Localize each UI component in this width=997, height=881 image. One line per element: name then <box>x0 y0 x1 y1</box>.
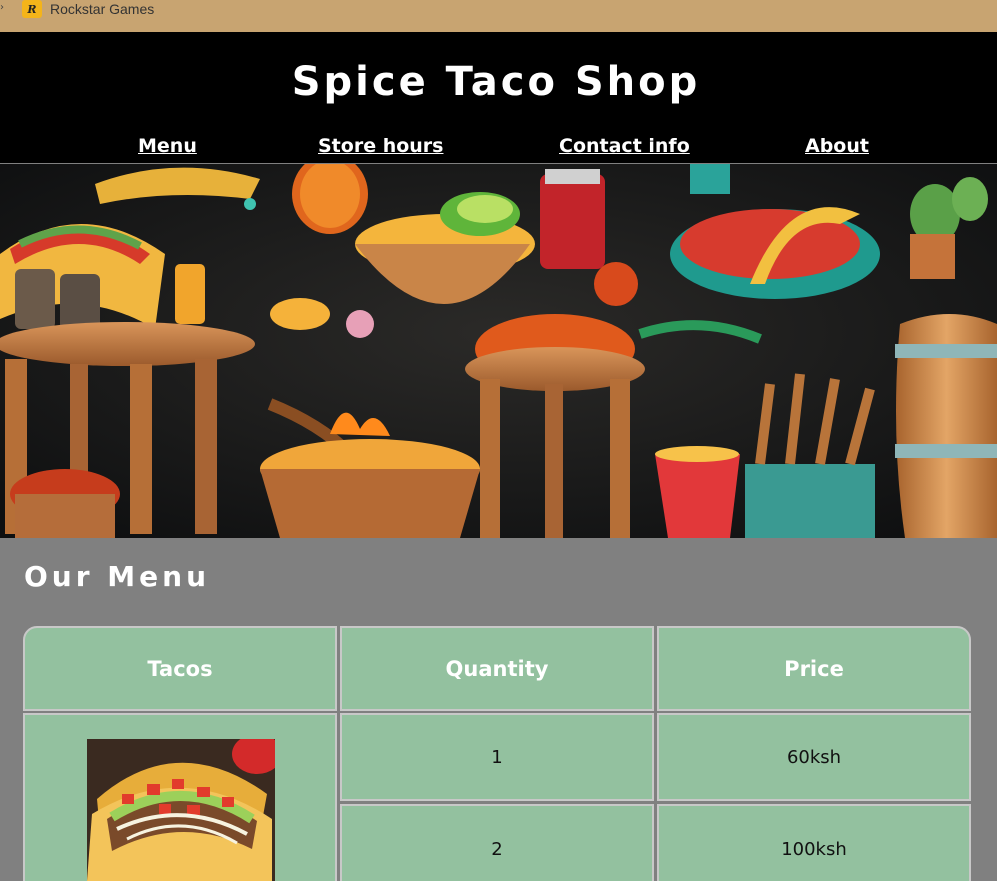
table-cell-price: 60ksh <box>657 713 971 801</box>
table-cell-quantity: 1 <box>340 713 654 801</box>
rockstar-games-icon: R <box>22 0 42 18</box>
nav-contact-info-link[interactable]: Contact info <box>559 135 690 157</box>
nav-menu-link[interactable]: Menu <box>138 135 197 157</box>
hero-banner-image <box>0 164 997 538</box>
column-header-tacos: Tacos <box>23 626 337 711</box>
site-header: Spice Taco Shop Menu Store hours Contact… <box>0 32 997 163</box>
nav-store-hours-link[interactable]: Store hours <box>318 135 443 157</box>
column-header-quantity: Quantity <box>340 626 654 711</box>
nav-about-link[interactable]: About <box>805 135 869 157</box>
bookmark-rockstar-games[interactable]: R Rockstar Games <box>22 0 154 18</box>
chevron-icon[interactable]: › <box>0 2 4 13</box>
site-title: Spice Taco Shop <box>291 59 701 105</box>
bookmarks-bar: › R Rockstar Games <box>0 0 997 32</box>
section-title: Our Menu <box>24 560 211 593</box>
bookmark-label: Rockstar Games <box>50 1 155 17</box>
taco-image <box>87 739 275 881</box>
column-header-price: Price <box>657 626 971 711</box>
table-cell-quantity: 2 <box>340 804 654 881</box>
table-cell-price: 100ksh <box>657 804 971 881</box>
